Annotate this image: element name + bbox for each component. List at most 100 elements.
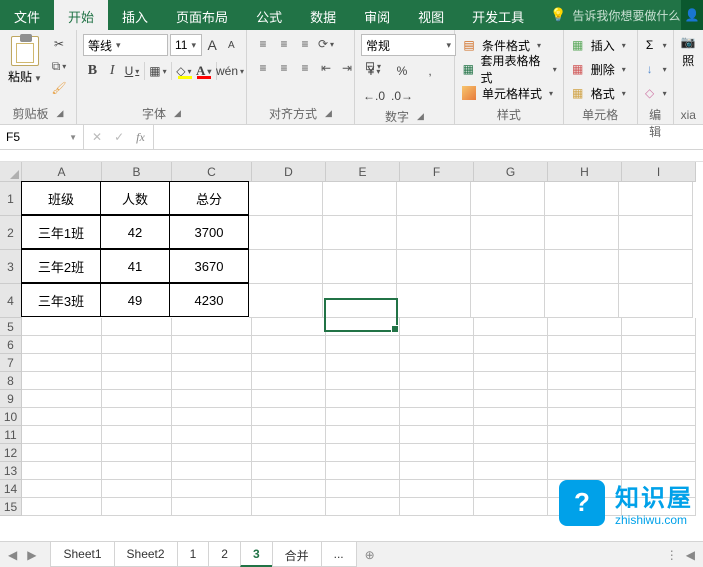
cell[interactable] xyxy=(102,390,172,408)
cell[interactable] xyxy=(326,498,400,516)
indent-decrease-button[interactable]: ⇤ xyxy=(316,58,336,78)
row-header[interactable]: 3 xyxy=(0,250,22,284)
cell[interactable] xyxy=(172,390,252,408)
sheet-tab[interactable]: Sheet1 xyxy=(50,542,114,567)
chevron-down-icon[interactable]: ▾ xyxy=(553,65,557,74)
col-header[interactable]: F xyxy=(400,162,474,182)
orientation-button[interactable]: ⟳▾ xyxy=(316,34,336,54)
share-button[interactable]: 👤 xyxy=(681,0,703,30)
cell[interactable] xyxy=(22,462,102,480)
insert-cells-button[interactable]: ▦ 插入 ▾ xyxy=(570,34,631,56)
cell[interactable] xyxy=(622,354,696,372)
cell[interactable]: 总分 xyxy=(169,181,249,215)
cell-format-button[interactable]: ▦ 格式 ▾ xyxy=(570,82,631,104)
sheet-tab[interactable]: 合并 xyxy=(272,542,322,567)
enter-formula-button[interactable]: ✓ xyxy=(114,130,124,144)
cell[interactable] xyxy=(102,444,172,462)
decrease-font-button[interactable]: A xyxy=(223,35,240,55)
border-dropdown-icon[interactable]: ▾ xyxy=(163,67,167,76)
sheet-tab[interactable]: 1 xyxy=(177,542,210,567)
cell[interactable] xyxy=(252,372,326,390)
chevron-down-icon[interactable]: ▾ xyxy=(622,65,626,74)
cell[interactable] xyxy=(474,354,548,372)
cell[interactable] xyxy=(172,354,252,372)
cell[interactable] xyxy=(172,444,252,462)
cell[interactable] xyxy=(252,354,326,372)
cell[interactable] xyxy=(252,480,326,498)
fill-color-button[interactable]: ◇▾ xyxy=(175,61,194,81)
tab-view[interactable]: 视图 xyxy=(404,0,458,30)
cell[interactable] xyxy=(474,390,548,408)
cell[interactable] xyxy=(622,372,696,390)
cell[interactable] xyxy=(548,372,622,390)
cell[interactable] xyxy=(22,498,102,516)
cell[interactable] xyxy=(22,408,102,426)
cell[interactable] xyxy=(400,426,474,444)
tab-home[interactable]: 开始 xyxy=(54,0,108,30)
cell[interactable] xyxy=(252,408,326,426)
cell[interactable] xyxy=(102,480,172,498)
cell[interactable] xyxy=(326,354,400,372)
cell[interactable] xyxy=(545,216,619,250)
row-header[interactable]: 4 xyxy=(0,284,22,318)
border-button[interactable]: ▦▾ xyxy=(148,61,167,81)
cancel-formula-button[interactable]: ✕ xyxy=(92,130,102,144)
cell[interactable] xyxy=(619,250,693,284)
chevron-down-icon[interactable]: ▾ xyxy=(622,89,626,98)
row-header[interactable]: 15 xyxy=(0,498,22,516)
cell[interactable] xyxy=(172,498,252,516)
cell[interactable]: 41 xyxy=(100,249,170,283)
cell[interactable] xyxy=(326,444,400,462)
cell[interactable] xyxy=(172,408,252,426)
col-header[interactable]: I xyxy=(622,162,696,182)
cell[interactable]: 三年3班 xyxy=(21,283,101,317)
cell[interactable] xyxy=(172,426,252,444)
cell[interactable] xyxy=(252,336,326,354)
cut-button[interactable]: ✂ xyxy=(48,34,70,54)
cell[interactable] xyxy=(622,426,696,444)
sheet-nav-prev[interactable]: ◀ xyxy=(8,548,17,562)
cell[interactable] xyxy=(22,480,102,498)
cell[interactable] xyxy=(172,318,252,336)
copy-button[interactable]: ⧉▾ xyxy=(48,56,70,76)
cell[interactable]: 人数 xyxy=(100,181,170,215)
col-header[interactable]: G xyxy=(474,162,548,182)
autosum-button[interactable]: Σ▾ xyxy=(644,34,667,56)
cell[interactable] xyxy=(249,182,323,216)
cell[interactable] xyxy=(252,498,326,516)
cell[interactable] xyxy=(471,182,545,216)
align-bottom-button[interactable]: ≡ xyxy=(295,34,315,54)
cell-styles-button[interactable]: 单元格样式 ▾ xyxy=(461,82,557,104)
new-sheet-button[interactable]: ⊕ xyxy=(365,548,375,562)
cell[interactable] xyxy=(474,480,548,498)
cell[interactable] xyxy=(102,426,172,444)
cell[interactable] xyxy=(323,182,397,216)
cell[interactable]: 4230 xyxy=(169,283,249,317)
cell[interactable] xyxy=(22,372,102,390)
cell[interactable] xyxy=(249,216,323,250)
cell[interactable] xyxy=(622,408,696,426)
font-size-combo[interactable]: 11▾ xyxy=(170,34,202,56)
formula-input[interactable] xyxy=(154,125,703,149)
tab-file[interactable]: 文件 xyxy=(0,0,54,30)
tell-me-search[interactable]: 💡 告诉我你想要做什么 xyxy=(550,0,680,30)
tab-insert[interactable]: 插入 xyxy=(108,0,162,30)
cell[interactable]: 班级 xyxy=(21,181,101,215)
cell[interactable] xyxy=(252,462,326,480)
sheet-tab-active[interactable]: 3 xyxy=(240,542,273,567)
cell[interactable] xyxy=(548,336,622,354)
cell[interactable] xyxy=(22,444,102,462)
cell[interactable] xyxy=(619,284,693,318)
row-header[interactable]: 11 xyxy=(0,426,22,444)
cell[interactable] xyxy=(400,336,474,354)
col-header[interactable]: H xyxy=(548,162,622,182)
cell[interactable] xyxy=(400,462,474,480)
bold-button[interactable]: B xyxy=(83,61,102,81)
name-box[interactable]: F5 ▼ xyxy=(0,125,84,149)
delete-cells-button[interactable]: ▦ 删除 ▾ xyxy=(570,58,631,80)
snapshot-label[interactable]: 照 xyxy=(682,52,694,69)
cell[interactable] xyxy=(622,390,696,408)
align-middle-button[interactable]: ≡ xyxy=(274,34,294,54)
percent-button[interactable]: % xyxy=(389,61,415,81)
insert-function-button[interactable]: fx xyxy=(136,130,145,145)
